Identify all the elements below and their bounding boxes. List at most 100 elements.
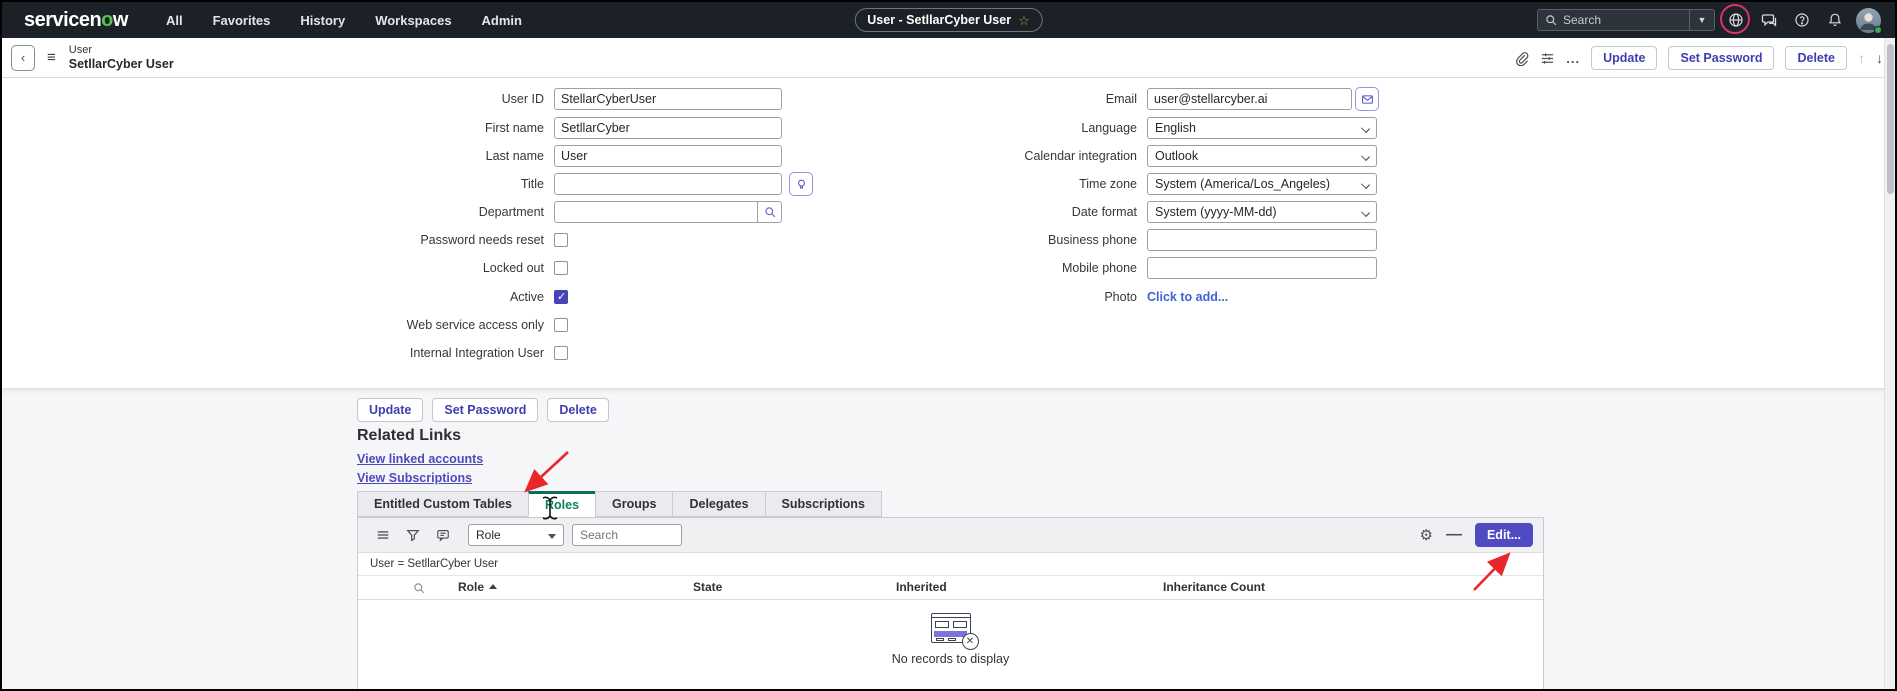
tab-roles[interactable]: Roles (528, 491, 595, 517)
global-search-input[interactable]: Search (1537, 9, 1689, 31)
star-icon[interactable]: ☆ (1018, 14, 1030, 27)
bell-icon[interactable] (1823, 8, 1847, 32)
date-format-select[interactable]: System (yyyy-MM-dd) (1147, 201, 1377, 223)
search-scope-dropdown[interactable]: ▼ (1689, 9, 1715, 31)
form-row: Calendar integration Outlook (907, 145, 1467, 167)
email-button[interactable] (1355, 87, 1379, 111)
email-input[interactable] (1147, 88, 1352, 110)
update-button[interactable]: Update (357, 398, 423, 422)
suggestion-bulb-button[interactable] (789, 172, 813, 196)
logo-text: w (113, 9, 128, 31)
web-service-access-only-checkbox[interactable] (554, 318, 568, 332)
list-context-menu-icon[interactable] (376, 528, 390, 542)
form-context-menu-icon[interactable]: ≡ (47, 49, 55, 66)
field-label: Web service access only (302, 318, 554, 332)
servicenow-window: servicenow All Favorites History Workspa… (0, 0, 1897, 691)
edit-button[interactable]: Edit... (1475, 523, 1533, 547)
form-row: Business phone (907, 229, 1467, 251)
form-buttons: Update Set Password Delete (357, 398, 609, 422)
view-linked-accounts-link[interactable]: View linked accounts (357, 450, 483, 469)
nav-all[interactable]: All (166, 13, 183, 28)
form-row: Locked out (302, 257, 882, 279)
field-label: Email (907, 92, 1147, 106)
update-button[interactable]: Update (1591, 46, 1657, 70)
delete-button[interactable]: Delete (1785, 46, 1847, 70)
photo-add-link[interactable]: Click to add... (1147, 290, 1228, 304)
form-row: Active (302, 286, 882, 308)
field-label: Title (302, 177, 554, 191)
globe-icon[interactable] (1724, 8, 1748, 32)
list-search-input[interactable] (572, 524, 682, 546)
scrollbar-thumb[interactable] (1887, 44, 1894, 194)
chat-icon[interactable] (1757, 8, 1781, 32)
field-label: Last name (302, 149, 554, 163)
list-breadcrumb[interactable]: User = SetllarCyber User (358, 553, 1543, 576)
favorite-record-pill[interactable]: User - SetllarCyber User ☆ (854, 8, 1042, 32)
user-id-input[interactable] (554, 88, 782, 110)
filter-icon[interactable] (406, 528, 420, 542)
form-row: Password needs reset (302, 229, 882, 251)
personalize-form-icon[interactable] (1540, 51, 1555, 66)
tab-entitled-custom-tables[interactable]: Entitled Custom Tables (357, 491, 528, 517)
column-header-inheritance-count[interactable]: Inheritance Count (1163, 580, 1265, 594)
scroll-down-icon[interactable]: ↓ (1876, 50, 1883, 66)
title-input[interactable] (554, 173, 782, 195)
chevron-down-icon (1361, 152, 1370, 161)
business-phone-input[interactable] (1147, 229, 1377, 251)
form-row: Photo Click to add... (907, 286, 1467, 308)
empty-state: ✕ No records to display (358, 600, 1543, 666)
search-field-select[interactable]: Role (468, 524, 564, 546)
nav-admin[interactable]: Admin (482, 13, 522, 28)
password-needs-reset-checkbox[interactable] (554, 233, 568, 247)
back-button[interactable]: ‹ (11, 45, 35, 71)
set-password-button[interactable]: Set Password (432, 398, 538, 422)
active-checkbox[interactable] (554, 290, 568, 304)
column-header-inherited[interactable]: Inherited (896, 580, 947, 594)
more-actions-icon[interactable]: ... (1566, 51, 1580, 66)
form-row: User ID (302, 88, 882, 110)
locked-out-checkbox[interactable] (554, 261, 568, 275)
help-icon[interactable] (1790, 8, 1814, 32)
top-nav-menu: All Favorites History Workspaces Admin (166, 13, 522, 28)
nav-workspaces[interactable]: Workspaces (375, 13, 451, 28)
global-search-placeholder: Search (1563, 13, 1601, 27)
sort-asc-icon (489, 584, 497, 589)
bulb-icon (795, 178, 808, 191)
tab-groups[interactable]: Groups (595, 491, 672, 517)
delete-button[interactable]: Delete (547, 398, 609, 422)
view-subscriptions-link[interactable]: View Subscriptions (357, 469, 483, 488)
attachment-icon[interactable] (1514, 51, 1529, 66)
collapse-list-icon[interactable]: — (1446, 526, 1462, 544)
column-header-role[interactable]: Role (458, 580, 497, 594)
calendar-integration-select[interactable]: Outlook (1147, 145, 1377, 167)
time-zone-select[interactable]: System (America/Los_Angeles) (1147, 173, 1377, 195)
nav-history[interactable]: History (300, 13, 345, 28)
nav-favorites[interactable]: Favorites (213, 13, 271, 28)
language-select[interactable]: English (1147, 117, 1377, 139)
first-name-input[interactable] (554, 117, 782, 139)
logo-text: servicen (24, 9, 101, 31)
tab-delegates[interactable]: Delegates (672, 491, 764, 517)
servicenow-logo[interactable]: servicenow (24, 9, 128, 32)
scroll-up-icon[interactable]: ↑ (1858, 50, 1865, 66)
department-input[interactable] (554, 201, 782, 223)
record-name: SetllarCyber User (69, 57, 174, 71)
search-icon (1545, 14, 1557, 26)
department-lookup-icon[interactable] (757, 202, 781, 222)
internal-integration-user-checkbox[interactable] (554, 346, 568, 360)
empty-table-icon: ✕ (931, 613, 971, 643)
last-name-input[interactable] (554, 145, 782, 167)
list-toolbar: Role ⚙ — Edit... (358, 518, 1543, 553)
column-header-state[interactable]: State (693, 580, 722, 594)
vertical-scrollbar[interactable] (1884, 38, 1895, 691)
field-label: User ID (302, 92, 554, 106)
header-search-icon[interactable] (413, 581, 425, 599)
user-avatar[interactable] (1856, 8, 1881, 33)
mobile-phone-input[interactable] (1147, 257, 1377, 279)
set-password-button[interactable]: Set Password (1668, 46, 1774, 70)
list-settings-gear-icon[interactable]: ⚙ (1420, 526, 1433, 544)
record-type: User (69, 44, 174, 57)
list-chat-icon[interactable] (436, 528, 450, 542)
field-label: First name (302, 121, 554, 135)
tab-subscriptions[interactable]: Subscriptions (765, 491, 882, 517)
